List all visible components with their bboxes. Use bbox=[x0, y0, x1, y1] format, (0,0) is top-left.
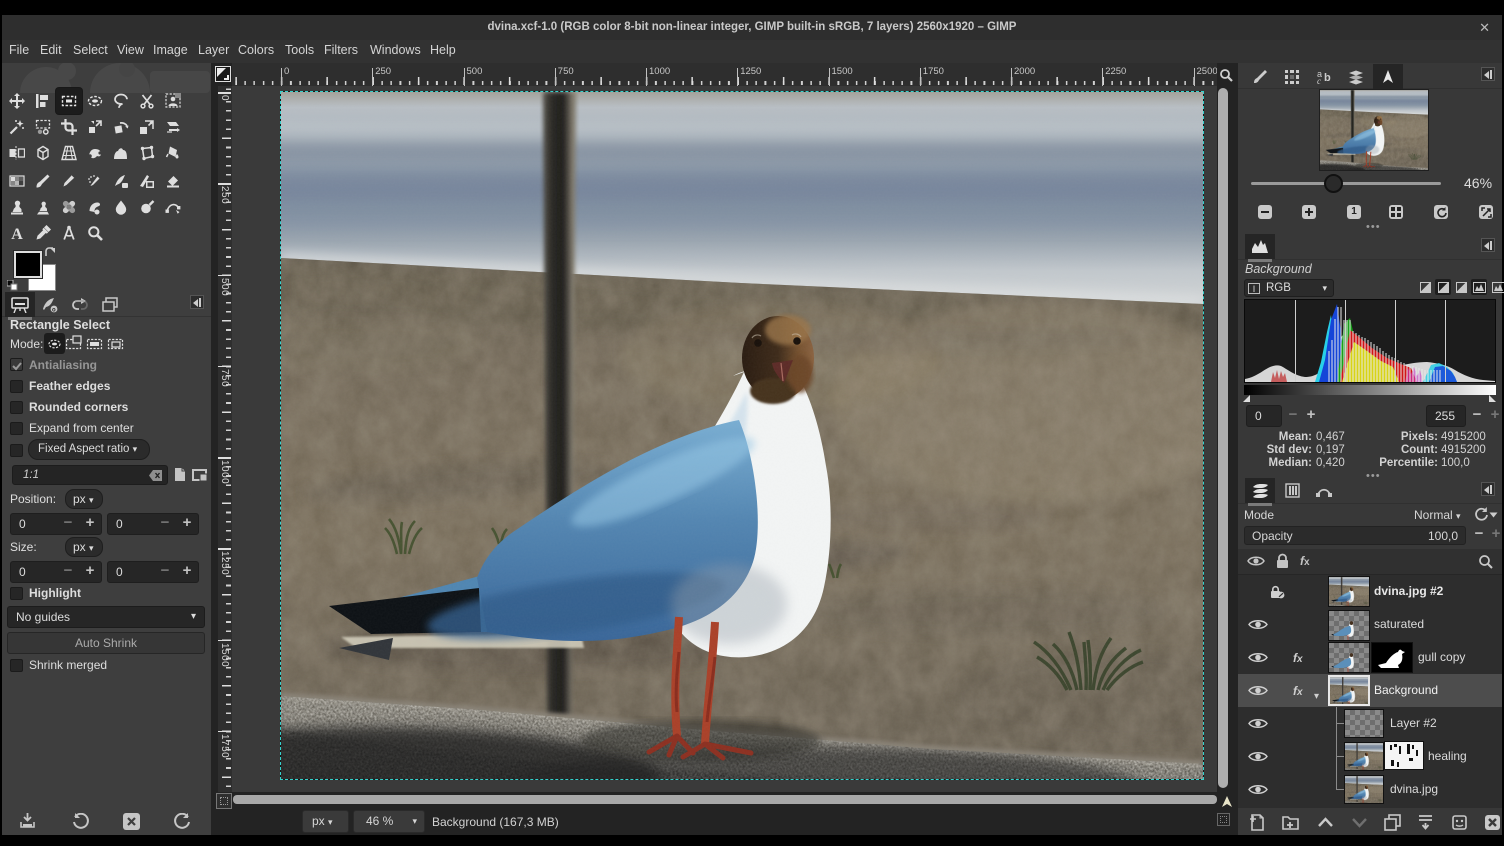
svg-text:b: b bbox=[1324, 72, 1331, 84]
svg-text:c: c bbox=[1317, 76, 1321, 85]
svg-text:A: A bbox=[11, 226, 23, 241]
svg-text:o: o bbox=[52, 307, 56, 313]
